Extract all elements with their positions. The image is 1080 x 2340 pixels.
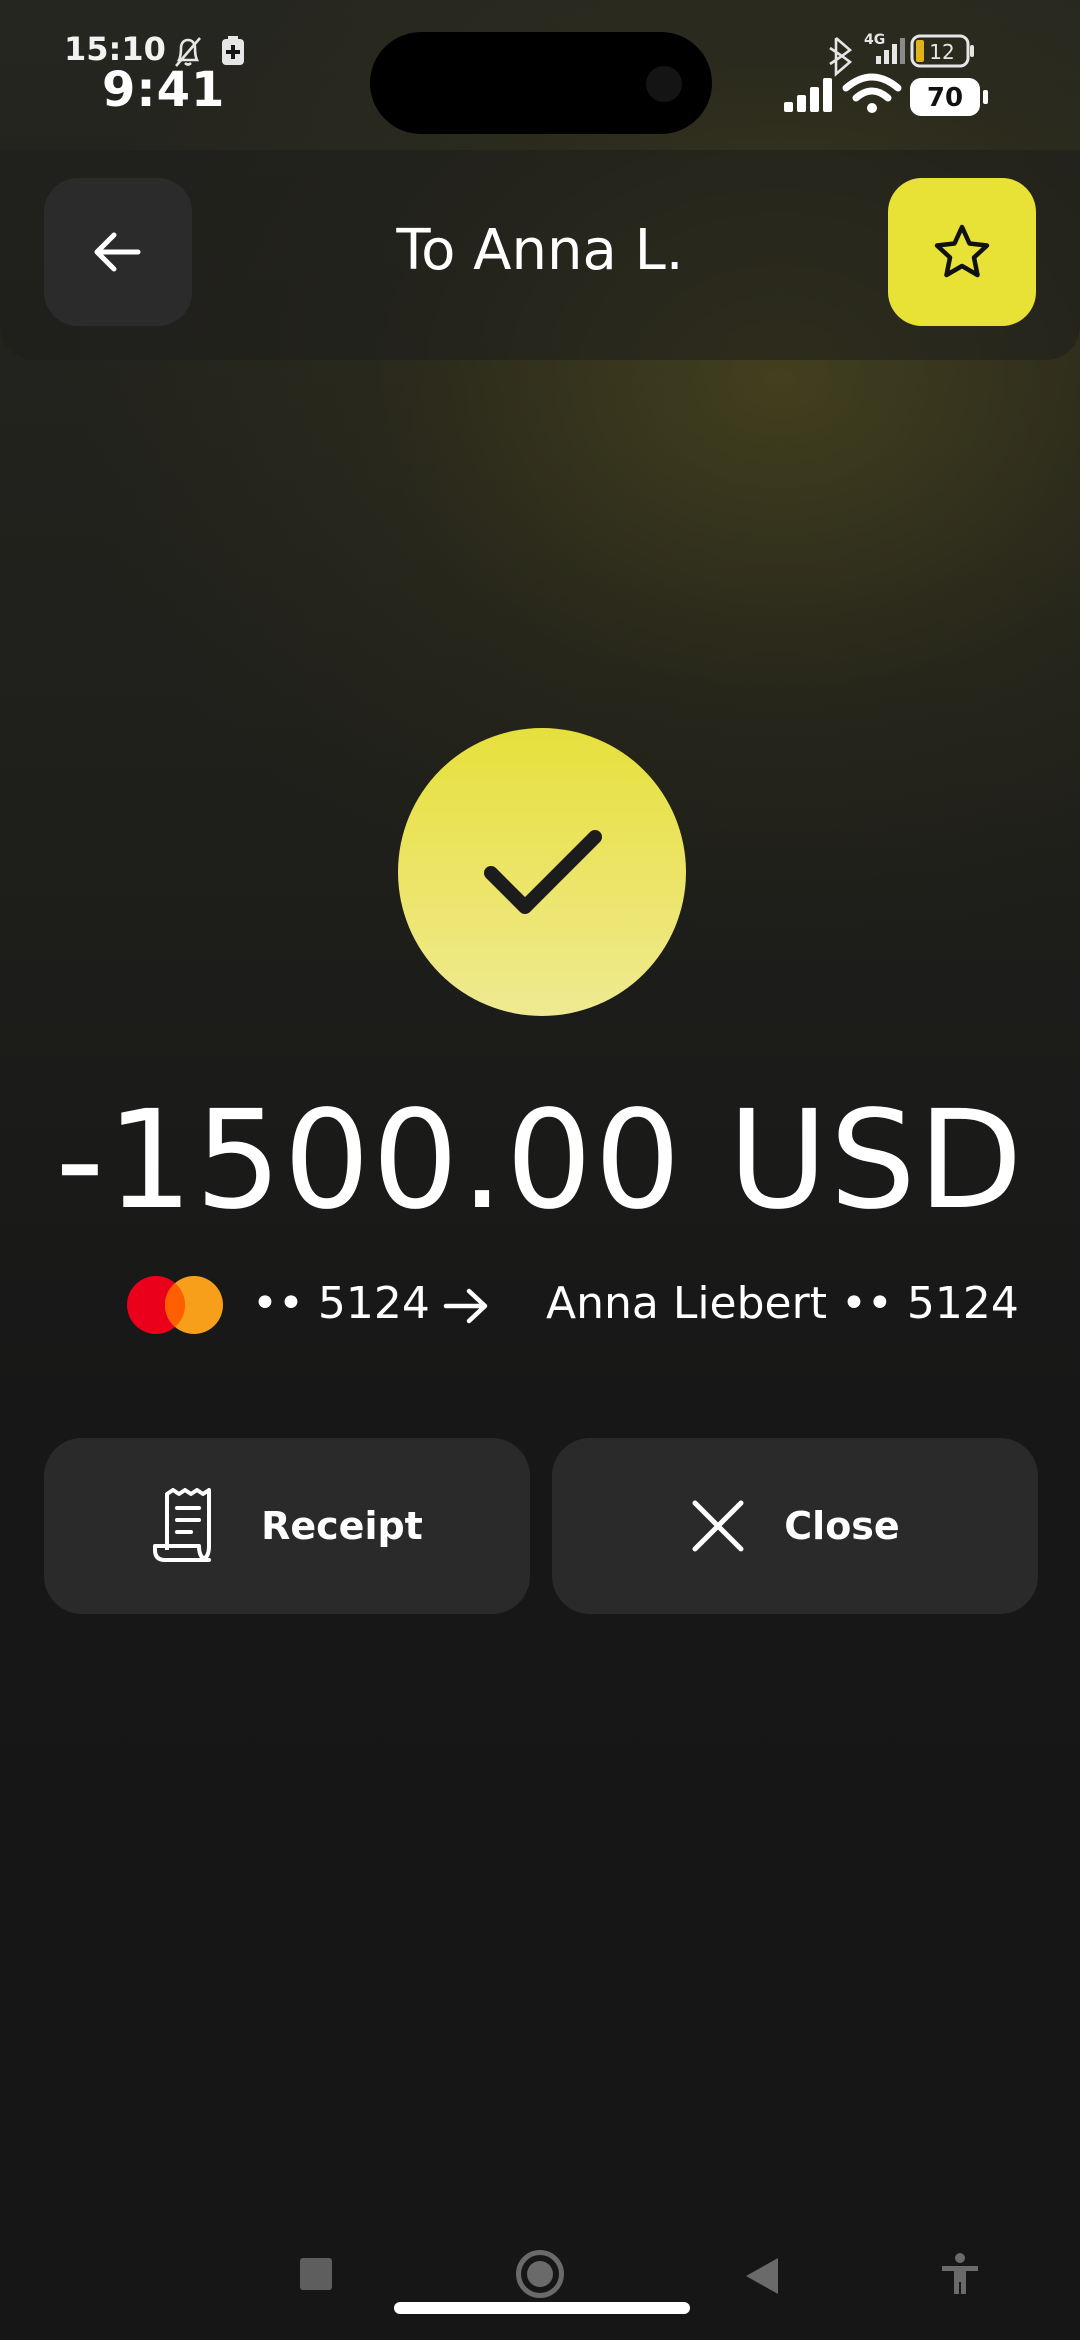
close-button[interactable]: Close — [552, 1438, 1038, 1614]
bluetooth-icon — [829, 37, 853, 77]
ios-clock: 9:41 — [102, 62, 226, 118]
battery-small-indicator: 12 — [910, 34, 974, 68]
status-bar-left: 15:10 9:41 — [64, 26, 264, 118]
camera-icon — [646, 66, 682, 102]
home-indicator[interactable] — [394, 2302, 690, 2314]
recents-button[interactable] — [300, 2258, 332, 2290]
close-icon — [692, 1500, 744, 1552]
transaction-amount: -1500.00 USD — [55, 1082, 1025, 1240]
wifi-icon — [842, 73, 902, 113]
source-card-number: •• 5124 — [252, 1278, 430, 1329]
receipt-label: Receipt — [261, 1504, 423, 1548]
back-button[interactable] — [44, 178, 192, 326]
battery-icon: 70 — [910, 78, 988, 116]
accessibility-icon[interactable] — [938, 2252, 982, 2296]
recipient-label: Anna Liebert •• 5124 — [546, 1278, 1019, 1329]
cellular-signal-icon — [784, 78, 832, 112]
favorite-button[interactable] — [888, 178, 1036, 326]
top-bar: To Anna L. — [0, 150, 1080, 360]
battery-small-percent: 12 — [929, 40, 954, 64]
star-icon — [934, 224, 990, 278]
dynamic-island — [370, 32, 712, 134]
close-label: Close — [784, 1504, 900, 1548]
home-button[interactable] — [516, 2250, 564, 2298]
checkmark-icon — [484, 830, 602, 914]
transfer-details: •• 5124 Anna Liebert •• 5124 — [0, 1270, 1080, 1342]
payment-success-screen: 15:10 9:41 4G 12 70 To Anna L. -1500.00 … — [0, 0, 1080, 2340]
receipt-icon — [153, 1488, 212, 1562]
arrow-right-icon — [443, 1288, 488, 1324]
page-title: To Anna L. — [396, 218, 684, 283]
nav-back-icon[interactable] — [744, 2256, 780, 2296]
receipt-button[interactable]: Receipt — [44, 1438, 530, 1614]
status-bar-right: 4G 12 70 — [784, 32, 988, 116]
success-badge — [398, 728, 686, 1016]
mastercard-icon — [127, 1276, 223, 1334]
battery-percent: 70 — [927, 83, 963, 113]
network-type-label: 4G — [864, 32, 885, 48]
arrow-left-icon — [94, 232, 141, 272]
